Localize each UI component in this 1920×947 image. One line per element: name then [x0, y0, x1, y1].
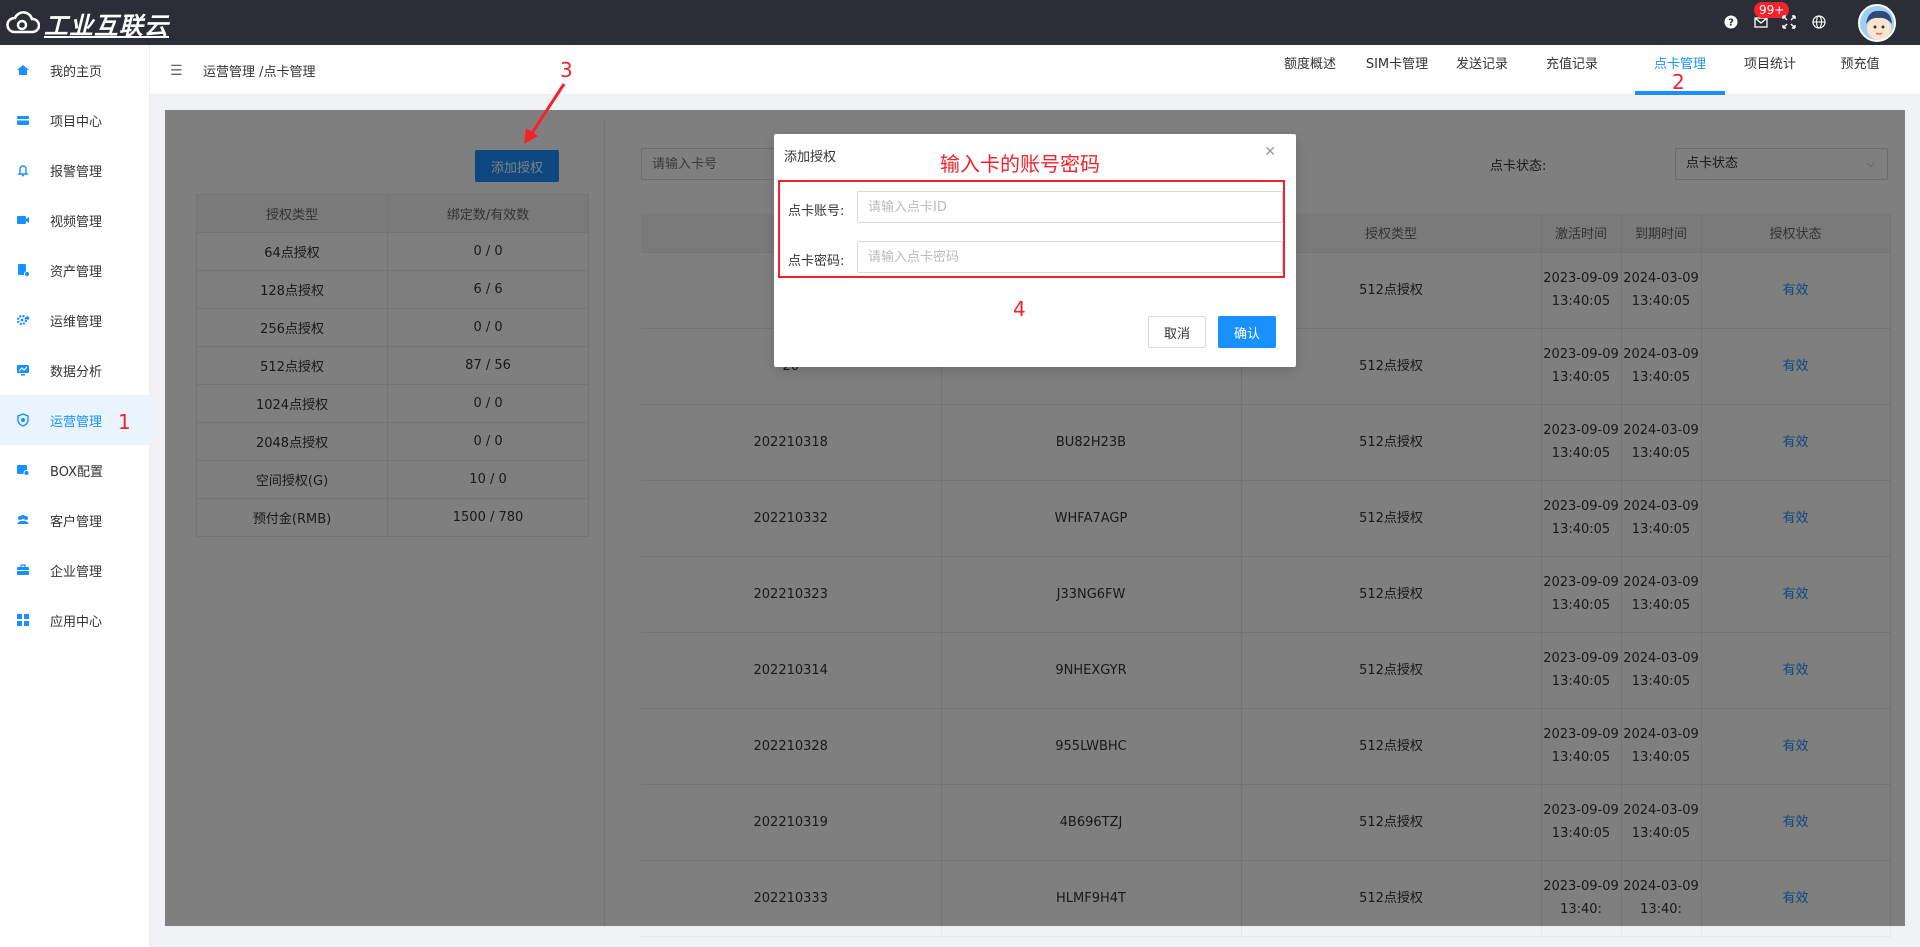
top-bar: 工业互联云 ? 99+ [0, 0, 1920, 45]
sidebar-item-label: 应用中心 [50, 614, 103, 630]
tab-prepay[interactable]: 预充值 [1825, 45, 1895, 95]
sidebar: 我的主页 项目中心 报警管理 视频管理 资产管理 运维管理 数据分析 运营管理 … [0, 45, 150, 947]
help-icon[interactable]: ? [1724, 15, 1738, 29]
logo-text: 工业互联云 [44, 11, 169, 40]
sidebar-item-label: BOX配置 [50, 464, 103, 480]
sidebar-item-label: 视频管理 [50, 214, 103, 230]
tab-quota-overview[interactable]: 额度概述 [1275, 45, 1345, 95]
sidebar-item-label: 资产管理 [50, 264, 103, 280]
svg-text:?: ? [1728, 18, 1734, 29]
shield-icon [17, 413, 29, 427]
annotation-step-2: 2 [1672, 70, 1685, 94]
sidebar-item-video[interactable]: 视频管理 [0, 195, 150, 245]
tab-sim-card[interactable]: SIM卡管理 [1357, 45, 1437, 95]
sidebar-item-projects[interactable]: 项目中心 [0, 95, 150, 145]
sidebar-item-alarms[interactable]: 报警管理 [0, 145, 150, 195]
sidebar-item-label: 运营管理 [50, 414, 103, 430]
bell-icon [17, 165, 29, 177]
annotation-step-3: 3 [560, 58, 573, 82]
sidebar-item-label: 运维管理 [50, 314, 103, 330]
chart-icon [17, 365, 29, 376]
home-icon [17, 65, 29, 75]
annotation-highlight-box [778, 180, 1285, 278]
sidebar-item-ops[interactable]: 运维管理 [0, 295, 150, 345]
user-avatar[interactable] [1858, 4, 1896, 42]
menu-toggle-icon[interactable]: ☰ [170, 63, 183, 79]
tab-send-records[interactable]: 发送记录 [1447, 45, 1517, 95]
globe-icon[interactable] [1812, 15, 1826, 29]
annotation-hint: 输入卡的账号密码 [940, 152, 1100, 176]
box-icon [17, 465, 30, 476]
gear-icon [16, 314, 30, 326]
sidebar-item-analytics[interactable]: 数据分析 [0, 345, 150, 395]
close-icon[interactable]: ✕ [1264, 144, 1276, 160]
fullscreen-icon[interactable] [1782, 15, 1796, 29]
annotation-arrow [524, 83, 566, 144]
tab-recharge-records[interactable]: 充值记录 [1537, 45, 1607, 95]
sidebar-item-label: 我的主页 [50, 64, 103, 80]
cancel-button[interactable]: 取消 [1148, 316, 1206, 348]
briefcase-icon [17, 564, 29, 575]
sidebar-item-apps[interactable]: 应用中心 [0, 595, 150, 645]
cloud-logo-icon [6, 11, 40, 34]
apps-icon [17, 614, 29, 626]
folder-icon [17, 116, 29, 125]
sidebar-item-assets[interactable]: 资产管理 [0, 245, 150, 295]
confirm-button[interactable]: 确认 [1218, 316, 1276, 348]
sidebar-item-label: 项目中心 [50, 114, 103, 130]
sidebar-item-label: 企业管理 [50, 564, 103, 580]
annotation-step-1: 1 [118, 410, 131, 434]
tab-project-stats[interactable]: 项目统计 [1735, 45, 1805, 95]
annotation-step-4: 4 [1013, 297, 1026, 321]
breadcrumb: 运营管理 /点卡管理 [203, 65, 316, 80]
logo[interactable]: 工业互联云 [6, 8, 169, 40]
sidebar-item-home[interactable]: 我的主页 [0, 45, 150, 95]
sidebar-item-label: 客户管理 [50, 514, 103, 530]
sidebar-item-customers[interactable]: 客户管理 [0, 495, 150, 545]
video-icon [17, 216, 29, 224]
sidebar-item-label: 报警管理 [50, 164, 103, 180]
sidebar-item-box-config[interactable]: BOX配置 [0, 445, 150, 495]
sidebar-item-label: 数据分析 [50, 364, 103, 380]
page-header: ☰ 运营管理 /点卡管理 额度概述 SIM卡管理 发送记录 充值记录 点卡管理 … [150, 45, 1920, 95]
dialog-title: 添加授权 [784, 150, 837, 165]
asset-icon [18, 264, 30, 277]
sidebar-item-enterprise[interactable]: 企业管理 [0, 545, 150, 595]
users-icon [17, 514, 29, 524]
